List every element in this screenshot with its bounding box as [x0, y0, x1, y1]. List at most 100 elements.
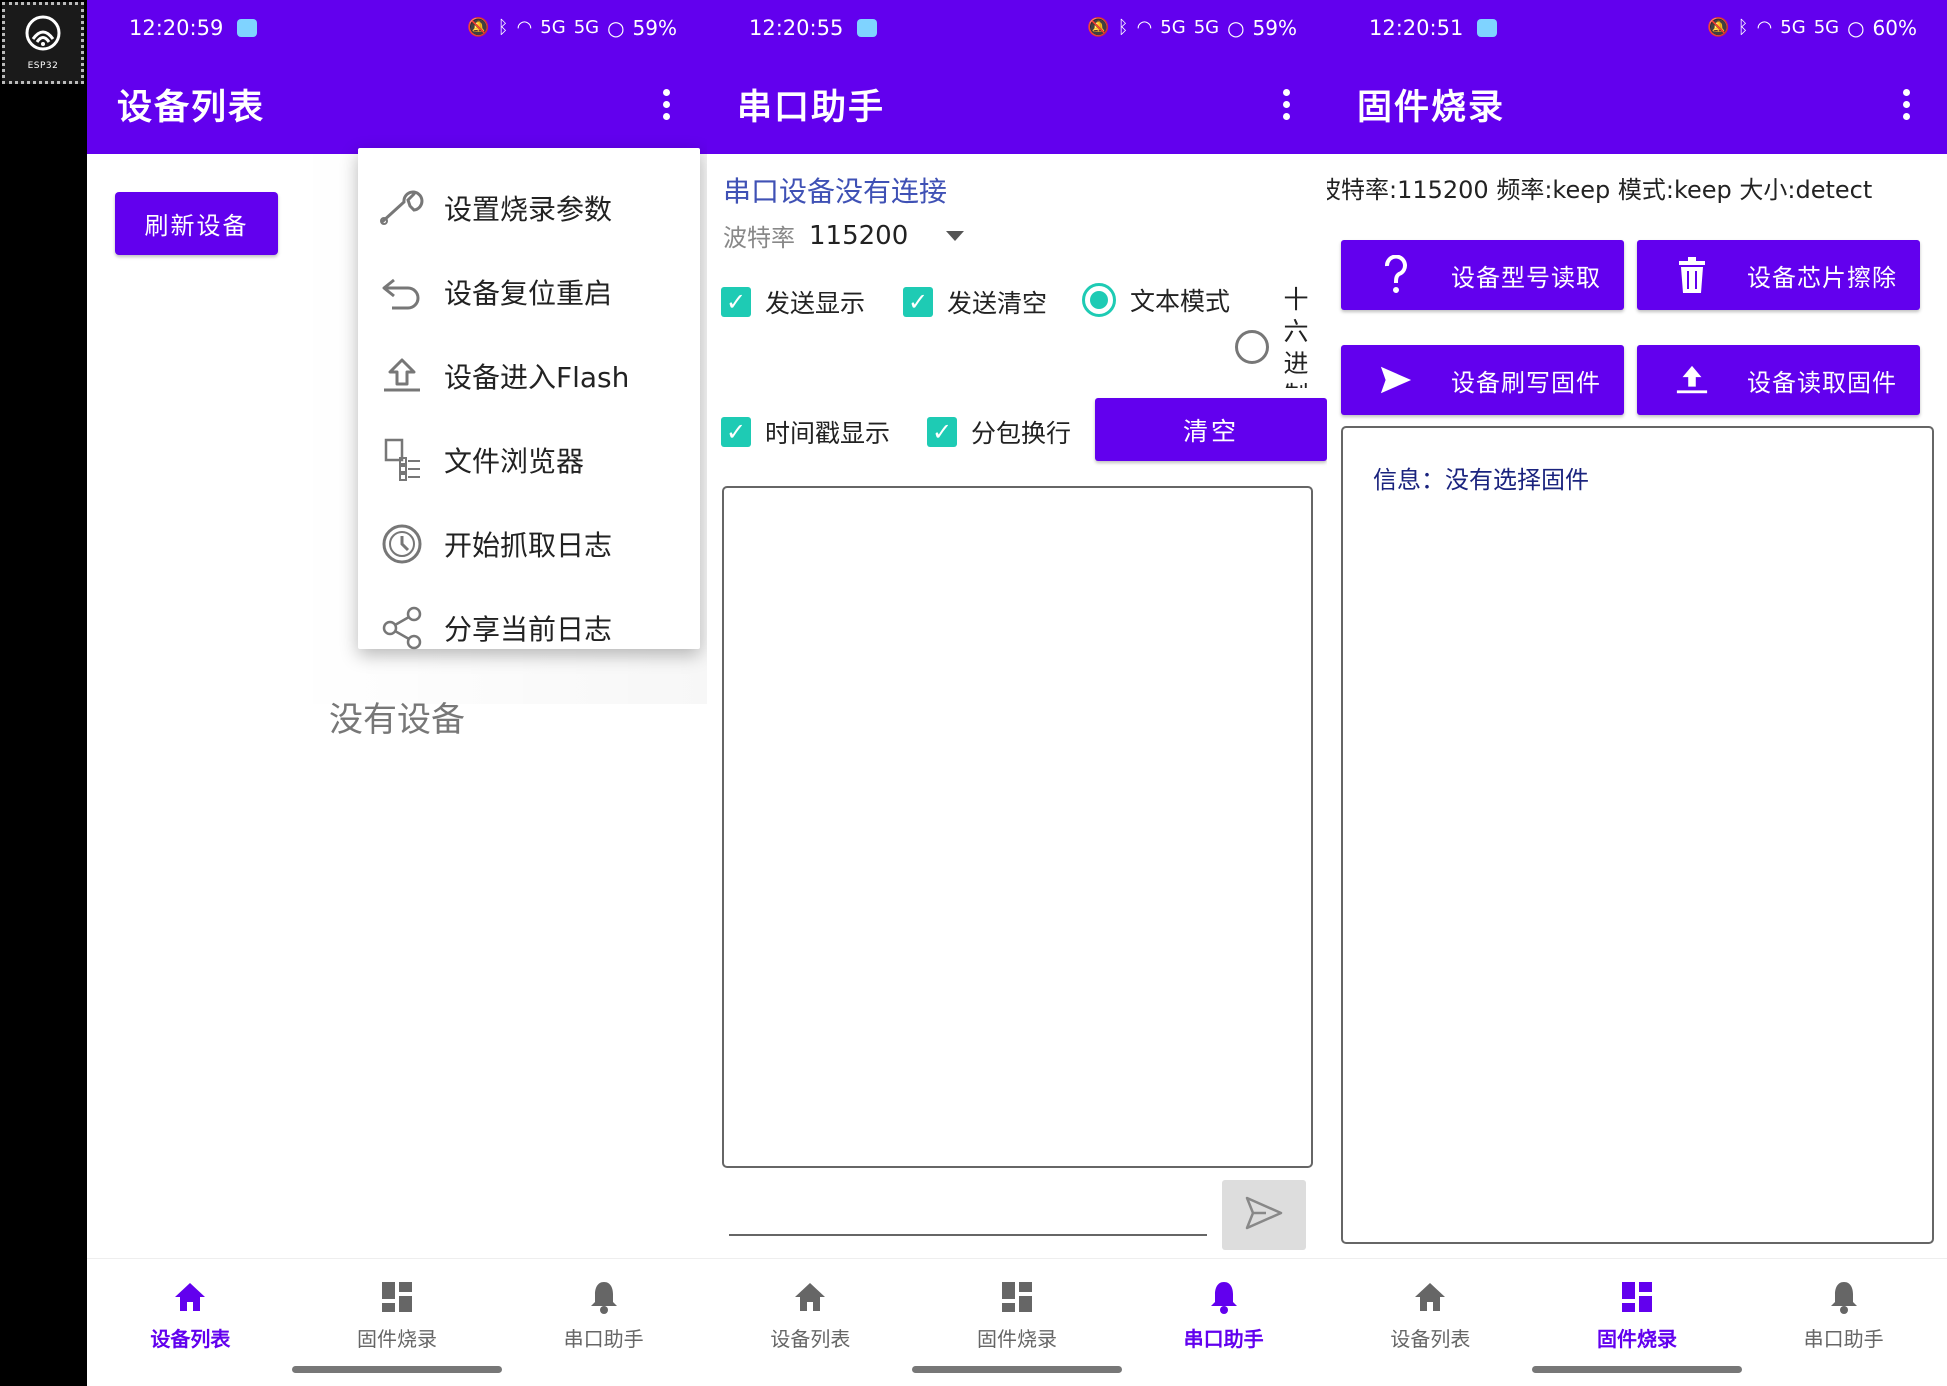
refresh-devices-button[interactable]: 刷新设备 [115, 192, 278, 255]
send-show-checkbox[interactable]: ✓ 发送显示 [721, 284, 865, 320]
app-notification-icon [237, 18, 258, 37]
menu-item-label: 分享当前日志 [444, 613, 613, 646]
wifi-icon: ◠ [516, 17, 533, 38]
clock-icon [376, 522, 428, 566]
nav-label: 固件烧录 [977, 1327, 1057, 1351]
radio-selected-icon [1082, 283, 1116, 317]
clear-button[interactable]: 清空 [1095, 398, 1327, 461]
baud-rate-select[interactable]: 波特率 115200 [723, 218, 965, 253]
empty-state-text: 没有设备 [329, 700, 465, 740]
signal-icon: 5G [1780, 17, 1806, 38]
bell-icon [1209, 1279, 1239, 1315]
page-title: 设备列表 [117, 88, 266, 128]
split-line-checkbox[interactable]: ✓ 分包换行 [927, 414, 1071, 450]
app-notification-icon [857, 18, 878, 37]
serial-log-area[interactable] [722, 486, 1313, 1168]
radio-label: 文本模式 [1130, 287, 1231, 316]
app-bar: 设备列表 [87, 55, 707, 154]
dashboard-icon [1620, 1279, 1654, 1315]
read-firmware-button[interactable]: 设备读取固件 [1637, 345, 1920, 415]
status-bar: 12:20:55 🔕 ᛒ ◠ 5G 5G ○ 59% [707, 0, 1327, 55]
mute-icon: 🔕 [1087, 17, 1110, 38]
file-browser-icon [376, 438, 428, 482]
baud-rate-label: 波特率 [723, 224, 795, 252]
dashboard-icon [1000, 1279, 1034, 1315]
overflow-menu: 设置烧录参数 设备复位重启 设备进入Flash 文件浏览器 开始抓取日志 分享当… [358, 148, 700, 650]
menu-item-label: 设备进入Flash [444, 361, 630, 394]
upload-icon [376, 354, 428, 398]
more-options-icon[interactable] [655, 89, 677, 120]
menu-item-flash-settings[interactable]: 设置烧录参数 [358, 166, 700, 250]
signal-icon: 5G [573, 17, 600, 38]
read-model-button[interactable]: 设备型号读取 [1341, 240, 1624, 310]
trash-icon [1675, 255, 1709, 295]
nav-serial[interactable]: 串口助手 [1740, 1259, 1947, 1386]
nav-label: 串口助手 [563, 1327, 644, 1351]
send-clear-checkbox[interactable]: ✓ 发送清空 [903, 284, 1047, 320]
nav-label: 串口助手 [1803, 1327, 1884, 1351]
status-right: 🔕 ᛒ ◠ 5G 5G ○ 59% [467, 16, 677, 40]
gesture-bar[interactable] [292, 1366, 502, 1373]
hex-mode-label: 十六进制 [1283, 285, 1309, 388]
nav-label: 设备列表 [770, 1327, 851, 1351]
serial-assistant-screen: 12:20:55 🔕 ᛒ ◠ 5G 5G ○ 59% 串口助手 串口设备没有连接… [707, 0, 1327, 1386]
menu-item-label: 文件浏览器 [444, 445, 585, 478]
question-icon [1379, 255, 1413, 295]
nav-device-list[interactable]: 设备列表 [87, 1259, 294, 1386]
menu-item-reset[interactable]: 设备复位重启 [358, 250, 700, 334]
timestamp-checkbox[interactable]: ✓ 时间戳显示 [721, 414, 890, 450]
wifi-icon: ◠ [1756, 17, 1773, 38]
gesture-bar[interactable] [912, 1366, 1122, 1373]
signal-icon: 5G [540, 17, 566, 38]
send-icon [1244, 1195, 1284, 1235]
baud-rate-value: 115200 [809, 220, 909, 251]
menu-item-start-log[interactable]: 开始抓取日志 [358, 502, 700, 586]
hex-mode-radio[interactable] [1235, 330, 1269, 364]
battery-icon: ○ [1847, 15, 1865, 40]
home-icon [1413, 1279, 1447, 1315]
write-firmware-button[interactable]: 设备刷写固件 [1341, 345, 1624, 415]
erase-chip-button[interactable]: 设备芯片擦除 [1637, 240, 1920, 310]
more-options-icon[interactable] [1895, 89, 1917, 120]
battery-icon: ○ [1227, 15, 1245, 40]
send-input[interactable] [729, 1196, 1207, 1236]
dashboard-icon [380, 1279, 414, 1315]
flash-parameters-text: 波特率:115200 频率:keep 模式:keep 大小:detect [1327, 176, 1873, 204]
bell-icon [589, 1279, 619, 1315]
checkbox-label: 分包换行 [971, 419, 1072, 448]
button-label: 设备读取固件 [1747, 368, 1897, 397]
status-time: 12:20:59 [129, 15, 224, 40]
nav-serial[interactable]: 串口助手 [500, 1259, 707, 1386]
firmware-flash-screen: 12:20:51 🔕 ᛒ ◠ 5G 5G ○ 60% 固件烧录 波特率:1152… [1327, 0, 1947, 1386]
wifi-icon: ◠ [1136, 17, 1153, 38]
battery-percent: 59% [632, 15, 677, 40]
esp32-logo: ESP32 [2, 2, 84, 84]
app-notification-icon [1477, 18, 1498, 37]
nav-device-list[interactable]: 设备列表 [1327, 1259, 1534, 1386]
nav-label: 设备列表 [1390, 1327, 1471, 1351]
send-button[interactable] [1222, 1180, 1306, 1250]
home-icon [793, 1279, 827, 1315]
bluetooth-icon: ᛒ [497, 17, 509, 38]
more-options-icon[interactable] [1275, 89, 1297, 120]
checkbox-checked-icon: ✓ [721, 417, 751, 447]
nav-label: 固件烧录 [1597, 1327, 1677, 1351]
menu-item-file-browser[interactable]: 文件浏览器 [358, 418, 700, 502]
checkbox-label: 时间戳显示 [765, 419, 891, 448]
status-time: 12:20:51 [1369, 15, 1464, 40]
checkbox-checked-icon: ✓ [927, 417, 957, 447]
nav-device-list[interactable]: 设备列表 [707, 1259, 914, 1386]
nav-serial[interactable]: 串口助手 [1120, 1259, 1327, 1386]
signal-icon: 5G [1160, 17, 1186, 38]
menu-item-enter-flash[interactable]: 设备进入Flash [358, 334, 700, 418]
checkbox-checked-icon: ✓ [721, 287, 751, 317]
signal-icon: 5G [1813, 17, 1840, 38]
mute-icon: 🔕 [1707, 17, 1730, 38]
menu-item-label: 开始抓取日志 [444, 529, 613, 562]
radio-unselected-icon [1235, 330, 1269, 364]
gesture-bar[interactable] [1532, 1366, 1742, 1373]
nav-label: 设备列表 [150, 1327, 231, 1351]
menu-item-share-log[interactable]: 分享当前日志 [358, 586, 700, 670]
text-mode-radio[interactable]: 文本模式 [1082, 282, 1230, 318]
wrench-icon [376, 186, 428, 230]
